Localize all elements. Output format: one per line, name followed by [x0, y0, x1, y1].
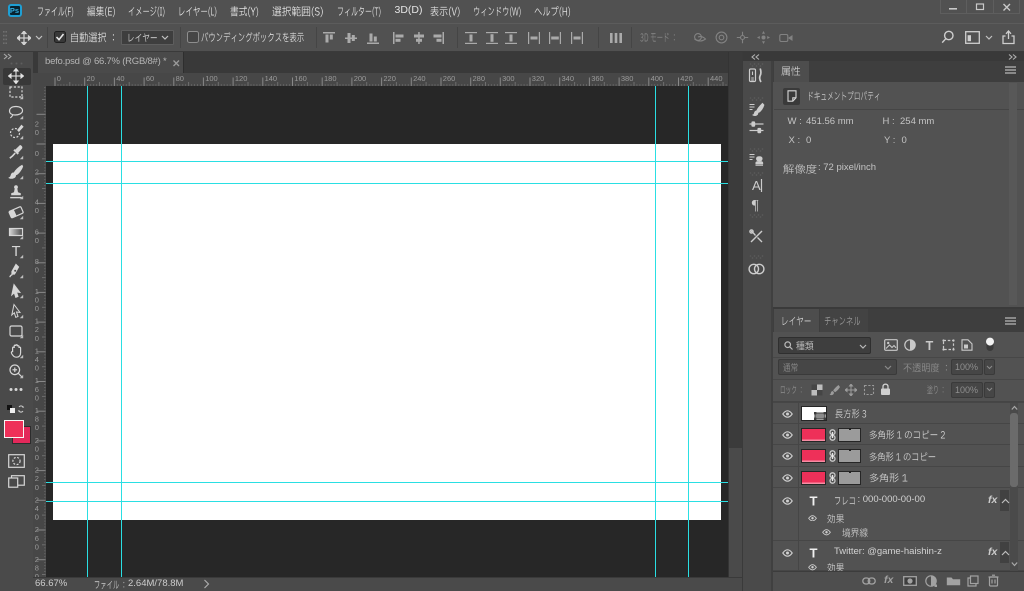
svg-text:260: 260	[443, 74, 456, 83]
svg-text:20: 20	[87, 74, 95, 83]
svg-text:T: T	[810, 494, 818, 507]
svg-text:440: 440	[710, 74, 723, 83]
svg-text:280: 280	[473, 74, 486, 83]
svg-text:0: 0	[35, 542, 39, 551]
svg-text:0: 0	[35, 513, 39, 522]
svg-text:T: T	[810, 546, 818, 559]
svg-text:420: 420	[680, 74, 693, 83]
svg-text:0: 0	[35, 304, 39, 313]
svg-text:40: 40	[116, 74, 124, 83]
svg-text:0: 0	[35, 423, 39, 432]
svg-text:160: 160	[294, 74, 307, 83]
svg-text:100: 100	[205, 74, 218, 83]
svg-text:¶: ¶	[752, 198, 759, 214]
svg-text:120: 120	[235, 74, 248, 83]
svg-text:300: 300	[502, 74, 515, 83]
svg-text:0: 0	[35, 266, 39, 275]
svg-text:140: 140	[265, 74, 278, 83]
svg-text:0: 0	[35, 483, 39, 492]
svg-text:60: 60	[146, 74, 154, 83]
svg-text:320: 320	[532, 74, 545, 83]
svg-text:240: 240	[413, 74, 426, 83]
svg-text:360: 360	[591, 74, 604, 83]
svg-text:0: 0	[35, 453, 39, 462]
svg-text:A: A	[752, 178, 761, 193]
svg-text:0: 0	[35, 128, 39, 137]
svg-text:T: T	[12, 244, 21, 259]
svg-text:80: 80	[176, 74, 184, 83]
svg-text:340: 340	[562, 74, 575, 83]
svg-text:400: 400	[651, 74, 664, 83]
svg-text:180: 180	[324, 74, 337, 83]
svg-text:0: 0	[35, 393, 39, 402]
svg-text:T: T	[926, 339, 934, 351]
svg-text:0: 0	[35, 206, 39, 215]
svg-text:0: 0	[35, 236, 39, 245]
svg-text:200: 200	[354, 74, 367, 83]
svg-text:0: 0	[35, 149, 39, 158]
svg-text:0: 0	[35, 364, 39, 373]
svg-text:0: 0	[35, 176, 39, 185]
svg-text:0: 0	[57, 74, 61, 83]
svg-text:380: 380	[621, 74, 634, 83]
svg-text:0: 0	[35, 334, 39, 343]
svg-text:220: 220	[383, 74, 396, 83]
